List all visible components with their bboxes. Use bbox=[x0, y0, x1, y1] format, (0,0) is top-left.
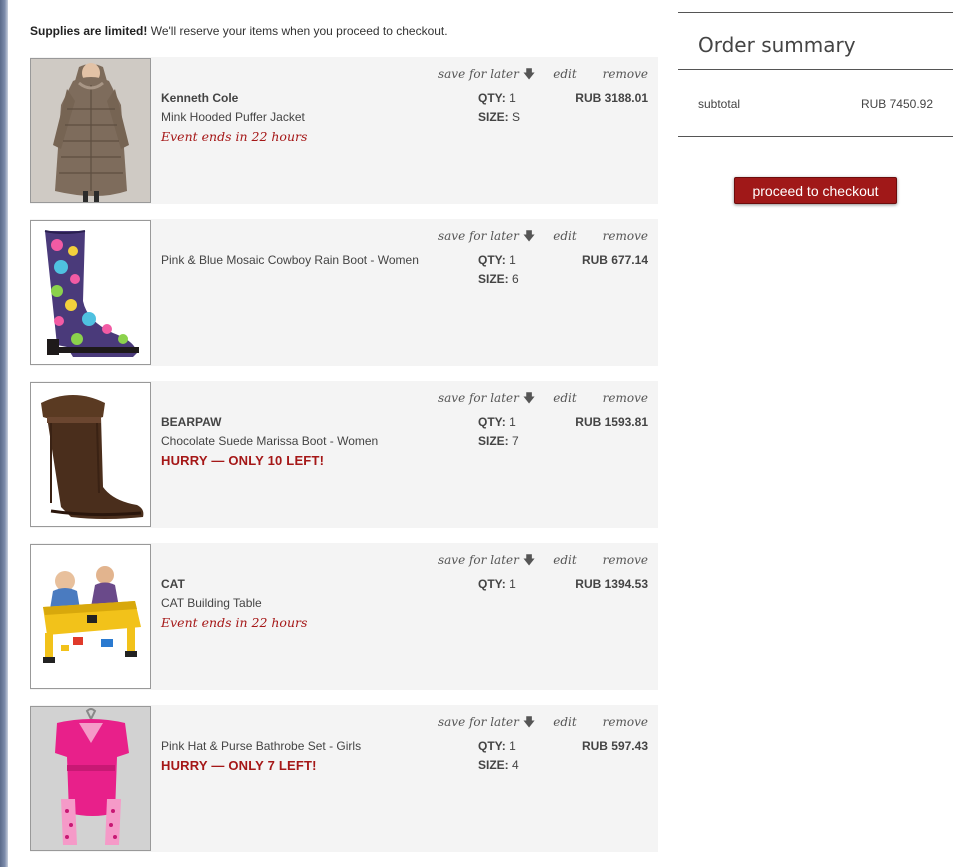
subtotal-value: RUB 7450.92 bbox=[860, 97, 933, 111]
item-size: SIZE: S bbox=[478, 110, 520, 124]
size-label: SIZE: bbox=[478, 272, 509, 286]
cart-item: save for later 🡇 edit remove CAT CAT Buildi… bbox=[30, 543, 658, 690]
item-actions: save for later 🡇 edit remove bbox=[438, 65, 648, 86]
size-value: 7 bbox=[512, 434, 519, 448]
cart-item: save for later 🡇 edit remove Pink & Blue Mo… bbox=[30, 219, 658, 366]
down-arrow-icon[interactable]: 🡇 bbox=[523, 227, 535, 248]
item-qty: QTY: 1 bbox=[478, 253, 516, 267]
remove-link[interactable]: remove bbox=[603, 553, 648, 567]
item-brand: BEARPAW bbox=[161, 415, 222, 429]
qty-label: QTY: bbox=[478, 739, 506, 753]
order-summary-panel: Order summary subtotal RUB 7450.92 bbox=[678, 12, 953, 137]
size-label: SIZE: bbox=[478, 758, 509, 772]
save-for-later-link[interactable]: save for later bbox=[438, 715, 519, 729]
stock-alert: HURRY — ONLY 7 LEFT! bbox=[161, 758, 317, 773]
qty-label: QTY: bbox=[478, 253, 506, 267]
item-size: SIZE: 4 bbox=[478, 758, 519, 772]
size-value: 4 bbox=[512, 758, 519, 772]
item-name[interactable]: Pink Hat & Purse Bathrobe Set - Girls bbox=[161, 739, 361, 753]
item-actions: save for later 🡇 edit remove bbox=[438, 389, 648, 410]
qty-value: 1 bbox=[509, 739, 516, 753]
edit-link[interactable]: edit bbox=[553, 553, 576, 567]
save-for-later-link[interactable]: save for later bbox=[438, 553, 519, 567]
item-size: SIZE: 7 bbox=[478, 434, 519, 448]
proceed-to-checkout-button[interactable]: proceed to checkout bbox=[734, 177, 897, 204]
size-label: SIZE: bbox=[478, 434, 509, 448]
item-name[interactable]: CAT Building Table bbox=[161, 596, 262, 610]
qty-value: 1 bbox=[509, 253, 516, 267]
down-arrow-icon[interactable]: 🡇 bbox=[523, 551, 535, 572]
size-value: 6 bbox=[512, 272, 519, 286]
item-actions: save for later 🡇 edit remove bbox=[438, 227, 648, 248]
save-for-later-link[interactable]: save for later bbox=[438, 67, 519, 81]
item-price: RUB 597.43 bbox=[581, 739, 648, 753]
item-actions: save for later 🡇 edit remove bbox=[438, 713, 648, 734]
item-size: SIZE: 6 bbox=[478, 272, 519, 286]
down-arrow-icon[interactable]: 🡇 bbox=[523, 713, 535, 734]
product-image-rain-boot[interactable] bbox=[30, 220, 151, 365]
subtotal-row: subtotal RUB 7450.92 bbox=[678, 70, 953, 136]
item-name[interactable]: Pink & Blue Mosaic Cowboy Rain Boot - Wo… bbox=[161, 253, 419, 267]
order-summary-title: Order summary bbox=[698, 33, 856, 57]
save-for-later-link[interactable]: save for later bbox=[438, 229, 519, 243]
item-price: RUB 1394.53 bbox=[575, 577, 648, 591]
size-value: S bbox=[512, 110, 521, 124]
qty-value: 1 bbox=[509, 577, 516, 591]
event-timer: Event ends in 22 hours bbox=[161, 615, 308, 630]
event-timer: Event ends in 22 hours bbox=[161, 129, 308, 144]
cart-item: save for later 🡇 edit remove Kenneth Cole M… bbox=[30, 57, 658, 204]
supplies-notice: Supplies are limited! We'll reserve your… bbox=[30, 24, 448, 38]
stock-alert: HURRY — ONLY 10 LEFT! bbox=[161, 453, 325, 468]
product-image-suede-boot[interactable] bbox=[30, 382, 151, 527]
cart-item: save for later 🡇 edit remove Pink Hat & Pur… bbox=[30, 705, 658, 852]
page-left-edge bbox=[0, 0, 8, 867]
item-price: RUB 1593.81 bbox=[575, 415, 648, 429]
item-brand: Kenneth Cole bbox=[161, 91, 239, 105]
size-label: SIZE: bbox=[478, 110, 509, 124]
item-name[interactable]: Mink Hooded Puffer Jacket bbox=[161, 110, 305, 124]
save-for-later-link[interactable]: save for later bbox=[438, 391, 519, 405]
notice-text: We'll reserve your items when you procee… bbox=[147, 24, 448, 38]
item-actions: save for later 🡇 edit remove bbox=[438, 551, 648, 572]
qty-value: 1 bbox=[509, 91, 516, 105]
remove-link[interactable]: remove bbox=[603, 67, 648, 81]
remove-link[interactable]: remove bbox=[603, 229, 648, 243]
item-qty: QTY: 1 bbox=[478, 739, 516, 753]
item-qty: QTY: 1 bbox=[478, 91, 516, 105]
remove-link[interactable]: remove bbox=[603, 715, 648, 729]
item-price: RUB 677.14 bbox=[581, 253, 648, 267]
qty-label: QTY: bbox=[478, 415, 506, 429]
product-image-puffer-jacket[interactable] bbox=[30, 58, 151, 203]
qty-value: 1 bbox=[509, 415, 516, 429]
remove-link[interactable]: remove bbox=[603, 391, 648, 405]
edit-link[interactable]: edit bbox=[553, 715, 576, 729]
item-qty: QTY: 1 bbox=[478, 415, 516, 429]
product-image-bathrobe-set[interactable] bbox=[30, 706, 151, 851]
subtotal-label: subtotal bbox=[698, 97, 741, 111]
notice-bold: Supplies are limited! bbox=[30, 24, 148, 38]
down-arrow-icon[interactable]: 🡇 bbox=[523, 65, 535, 86]
edit-link[interactable]: edit bbox=[553, 391, 576, 405]
item-brand: CAT bbox=[161, 577, 185, 591]
edit-link[interactable]: edit bbox=[553, 229, 576, 243]
qty-label: QTY: bbox=[478, 577, 506, 591]
edit-link[interactable]: edit bbox=[553, 67, 576, 81]
divider bbox=[678, 136, 953, 137]
down-arrow-icon[interactable]: 🡇 bbox=[523, 389, 535, 410]
cart-item: save for later 🡇 edit remove BEARPAW Chocol… bbox=[30, 381, 658, 528]
item-qty: QTY: 1 bbox=[478, 577, 516, 591]
item-name[interactable]: Chocolate Suede Marissa Boot - Women bbox=[161, 434, 378, 448]
qty-label: QTY: bbox=[478, 91, 506, 105]
cart-item-list: save for later 🡇 edit remove Kenneth Cole M… bbox=[30, 57, 658, 867]
item-price: RUB 3188.01 bbox=[575, 91, 648, 105]
product-image-building-table[interactable] bbox=[30, 544, 151, 689]
